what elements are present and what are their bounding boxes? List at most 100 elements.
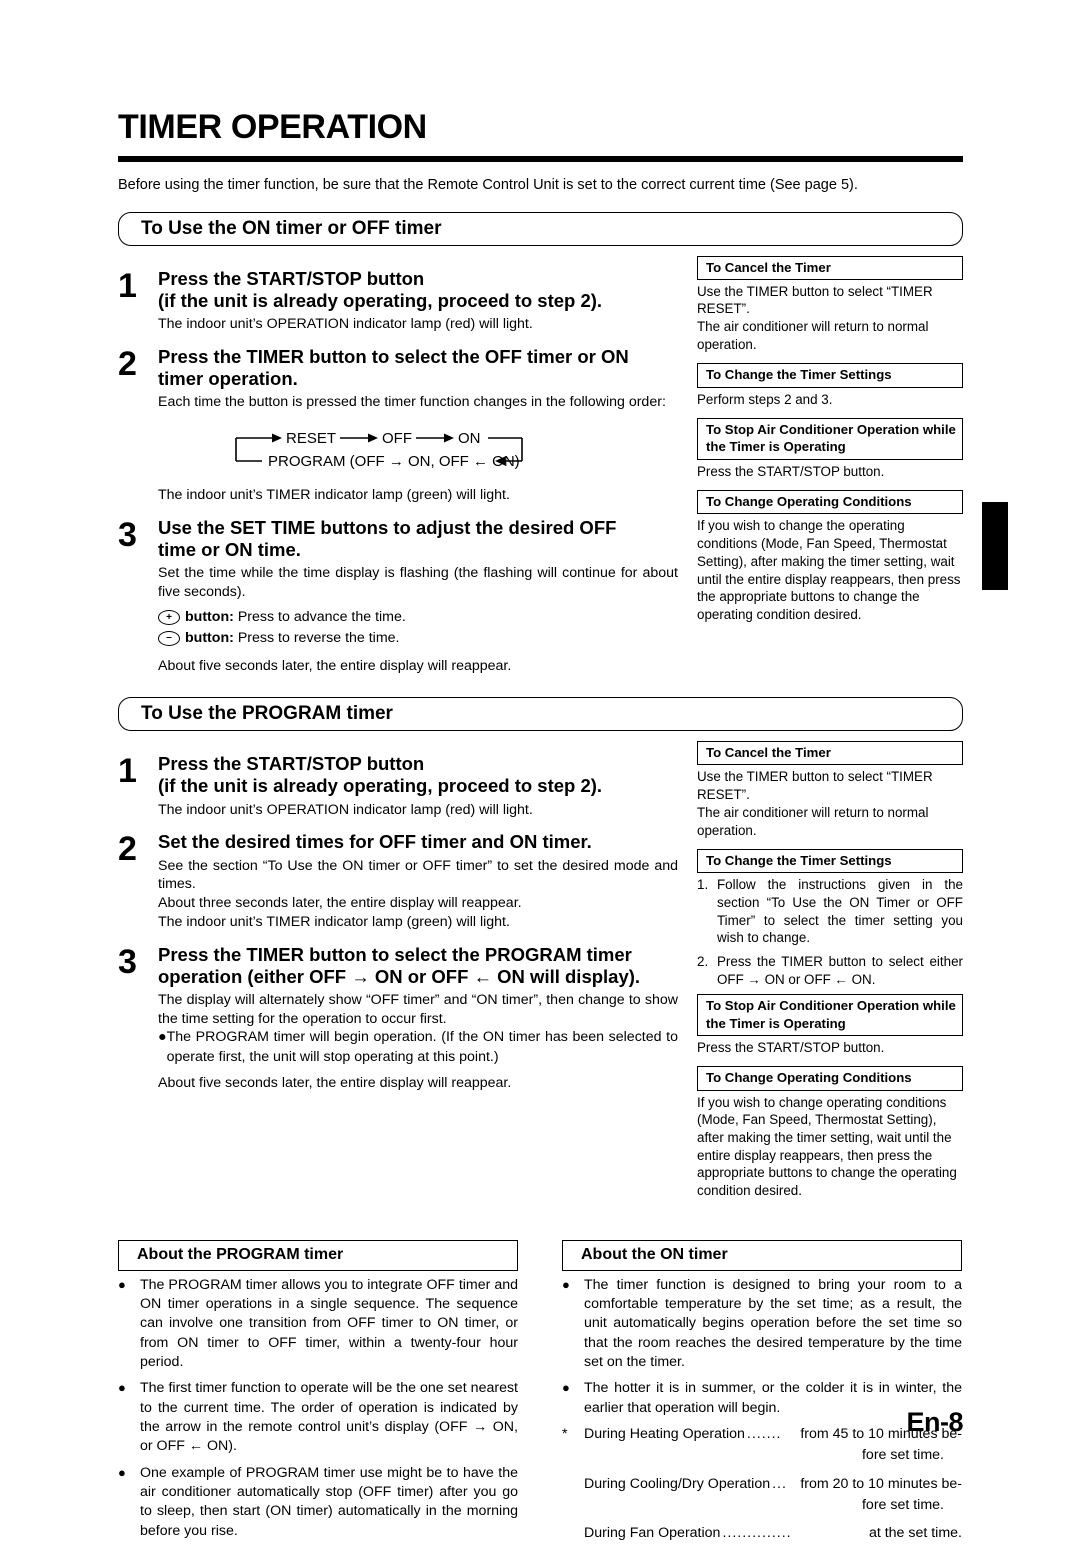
- plus-button-row: + button: Press to advance the time.: [158, 607, 678, 628]
- info-header-change-timer-settings: To Change the Timer Settings: [697, 363, 963, 388]
- list-item-text: The PROGRAM timer allows you to integrat…: [140, 1276, 518, 1370]
- step-title-line2: timer operation.: [158, 367, 298, 389]
- step-number: 2: [118, 344, 137, 383]
- list-item: ● The first timer function to operate wi…: [118, 1379, 518, 1456]
- step-closing-text: About five seconds later, the entire dis…: [158, 657, 512, 674]
- info-header-cancel-timer: To Cancel the Timer: [697, 741, 963, 766]
- about-on-timer-header: About the ON timer: [562, 1239, 962, 1271]
- bullet-icon: ●: [158, 1029, 167, 1046]
- diagram-label-on: ON: [458, 430, 481, 447]
- step-title-line1: Use the SET TIME buttons to adjust the d…: [158, 516, 617, 538]
- bullet-icon: ●: [118, 1276, 126, 1292]
- info-body-cancel-timer: Use the TIMER button to select “TIMER RE…: [697, 769, 933, 838]
- info-body-stop-operation: Press the START/STOP button.: [697, 1039, 885, 1055]
- bullet-icon: ●: [562, 1380, 570, 1396]
- list-item: 2. Press the TIMER button to select eith…: [697, 953, 963, 988]
- list-item-number: 1.: [697, 877, 709, 893]
- plus-button-label: button:: [185, 609, 234, 626]
- list-item-text: The first timer function to operate will…: [140, 1380, 518, 1455]
- title-rule: [118, 156, 963, 162]
- list-item-number: 2.: [697, 954, 709, 970]
- list-item-text: Follow the instructions given in the sec…: [717, 877, 963, 946]
- info-body-change-timer-settings: Perform steps 2 and 3.: [697, 391, 833, 407]
- step-1-program: 1 Press the START/STOP button (if the un…: [118, 753, 678, 819]
- step-2-program: 2 Set the desired times for OFF timer an…: [118, 831, 678, 931]
- section-program-columns: 1 Press the START/STOP button (if the un…: [118, 741, 963, 1209]
- list-item: ● The hotter it is in summer, or the col…: [562, 1379, 962, 1418]
- leader-dots: ...: [772, 1475, 787, 1492]
- timer-sequence-diagram: RESET OFF ON PROGRAM (OFF → ON, OFF ← ON…: [216, 426, 534, 474]
- leader-star: [562, 1524, 584, 1543]
- list-item: ● The PROGRAM timer allows you to integr…: [118, 1276, 518, 1373]
- section-on-off-columns: 1 Press the START/STOP button (if the un…: [118, 255, 963, 676]
- document-page: TIMER OPERATION Before using the timer f…: [118, 108, 963, 1541]
- diagram-label-off: OFF: [382, 430, 412, 447]
- sidebar-on-off: To Cancel the Timer Use the TIMER button…: [697, 255, 963, 634]
- leader-row-fan: During Fan Operation .............. at t…: [562, 1524, 962, 1543]
- step-3-on-off: 3 Use the SET TIME buttons to adjust the…: [118, 517, 678, 676]
- leader-value: at the set time.: [868, 1525, 962, 1542]
- step-1-on-off: 1 Press the START/STOP button (if the un…: [118, 268, 678, 334]
- step-title-line1: Set the desired times for OFF timer and …: [158, 831, 592, 853]
- leader-dots: .......: [746, 1425, 782, 1442]
- list-item: 1. Follow the instructions given in the …: [697, 876, 963, 947]
- step-title-line2: time or ON time.: [158, 538, 301, 560]
- list-item-text: The hotter it is in summer, or the colde…: [584, 1380, 962, 1416]
- step-description: Each time the button is pressed the time…: [158, 394, 666, 411]
- intro-text: Before using the timer function, be sure…: [118, 177, 858, 193]
- info-header-cancel-timer: To Cancel the Timer: [697, 255, 963, 280]
- step-description-3: The indoor unit’s TIMER indicator lamp (…: [158, 913, 510, 930]
- step-title-line2: operation (either OFF → ON or OFF ← ON w…: [158, 965, 641, 987]
- diagram-label-reset: RESET: [286, 430, 336, 447]
- minus-button-text: Press to reverse the time.: [237, 629, 400, 646]
- page-number: En-8: [906, 1407, 963, 1437]
- list-item-text: The timer function is designed to bring …: [584, 1276, 962, 1370]
- step-description-2: About three seconds later, the entire di…: [158, 895, 522, 912]
- timer-sequence-diagram-svg: RESET OFF ON PROGRAM (OFF → ON, OFF ← ON…: [235, 430, 523, 470]
- list-item-text: Press the TIMER button to select either …: [717, 954, 963, 987]
- step-description: Set the time while the time display is f…: [158, 564, 678, 600]
- step-title-line1: Press the START/STOP button: [158, 753, 425, 775]
- info-header-change-conditions: To Change Operating Conditions: [697, 1066, 963, 1091]
- leader-continuation-cooling-dry: fore set time.: [861, 1496, 944, 1513]
- step-description-after-diagram: The indoor unit’s TIMER indicator lamp (…: [158, 486, 510, 503]
- leader-label: During Cooling/Dry Operation: [584, 1475, 771, 1492]
- bullet-icon: ●: [118, 1464, 126, 1480]
- step-title-line1: Press the START/STOP button: [158, 267, 425, 289]
- step-number: 3: [118, 515, 137, 554]
- bottom-info-boxes: About the PROGRAM timer ● The PROGRAM ti…: [118, 1239, 963, 1548]
- about-program-timer-box: About the PROGRAM timer ● The PROGRAM ti…: [118, 1239, 518, 1548]
- info-header-stop-operation: To Stop Air Conditioner Operation while …: [697, 418, 963, 460]
- list-item: ● The timer function is designed to brin…: [562, 1276, 962, 1373]
- list-item: ● One example of PROGRAM timer use might…: [118, 1464, 518, 1541]
- leader-row-cooling-dry: During Cooling/Dry Operation ... from 20…: [562, 1475, 962, 1494]
- step-title-line2: (if the unit is already operating, proce…: [158, 775, 603, 797]
- step-description: The indoor unit’s OPERATION indicator la…: [158, 315, 533, 332]
- info-body-change-conditions: If you wish to change the operating cond…: [697, 518, 961, 622]
- info-header-stop-operation: To Stop Air Conditioner Operation while …: [697, 994, 963, 1036]
- info-header-change-conditions: To Change Operating Conditions: [697, 490, 963, 515]
- step-number: 3: [118, 942, 137, 981]
- minus-button-label: button:: [185, 629, 234, 646]
- info-header-change-timer-settings: To Change the Timer Settings: [697, 849, 963, 874]
- step-3-program: 3 Press the TIMER button to select the P…: [118, 944, 678, 1093]
- step-description: The display will alternately show “OFF t…: [158, 991, 678, 1027]
- bullet-icon: ●: [562, 1276, 570, 1292]
- info-list-change-timer-settings: 1. Follow the instructions given in the …: [697, 876, 963, 988]
- step-title-line2: (if the unit is already operating, proce…: [158, 289, 603, 311]
- bullet-icon: ●: [118, 1380, 126, 1396]
- about-on-timer-box: About the ON timer ● The timer function …: [562, 1239, 963, 1548]
- about-program-timer-header: About the PROGRAM timer: [118, 1239, 518, 1271]
- step-bullet-text: The PROGRAM timer will begin operation. …: [166, 1029, 678, 1065]
- page-title: TIMER OPERATION: [118, 108, 427, 146]
- info-body-change-conditions: If you wish to change operating conditio…: [697, 1094, 957, 1199]
- leader-continuation-heating: fore set time.: [861, 1447, 944, 1464]
- timing-leader-rows: * During Heating Operation ....... from …: [562, 1425, 962, 1544]
- section-on-off-main: 1 Press the START/STOP button (if the un…: [118, 256, 678, 676]
- minus-button-row: – button: Press to reverse the time.: [158, 628, 678, 649]
- list-item-text: One example of PROGRAM timer use might b…: [140, 1464, 518, 1539]
- step-number: 2: [118, 830, 137, 869]
- diagram-label-program: PROGRAM (OFF → ON, OFF ← ON): [268, 453, 520, 470]
- minus-button-icon: –: [158, 630, 180, 646]
- step-title-line1: Press the TIMER button to select the OFF…: [158, 345, 629, 367]
